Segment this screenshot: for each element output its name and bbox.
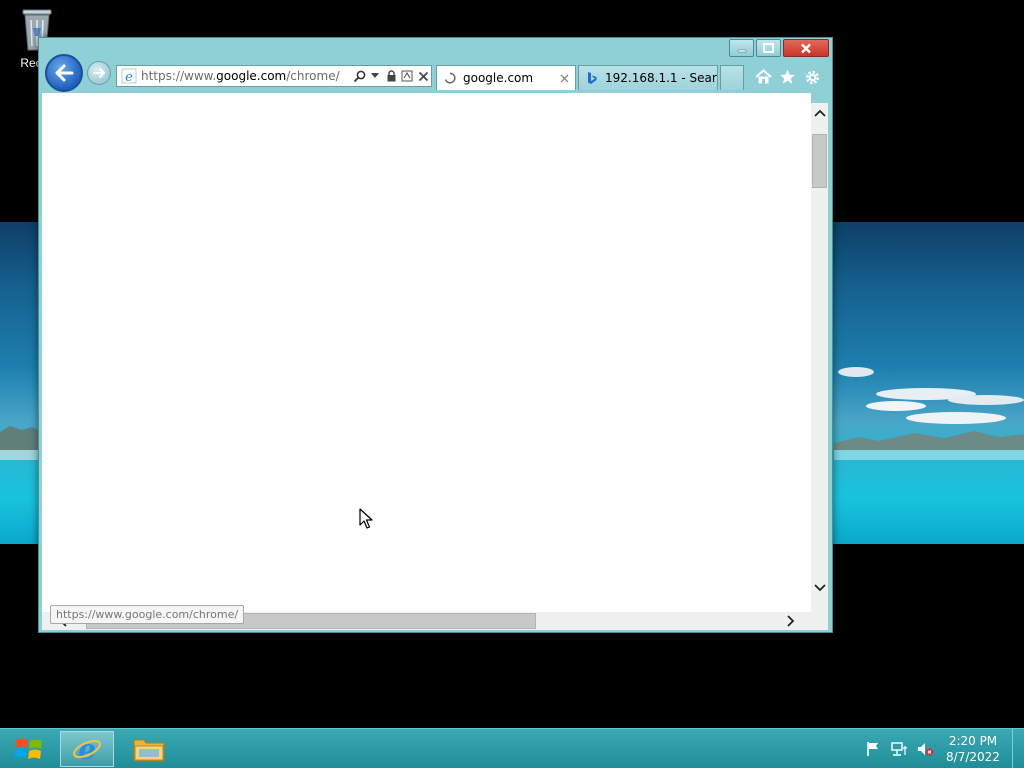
arrow-right-icon [93,68,105,78]
folder-icon [133,739,165,762]
clock-date: 8/7/2022 [946,750,1000,764]
address-bar[interactable]: e https://www.google.com/chrome/ [116,65,432,87]
windows-logo-icon [14,738,42,759]
tab-close-icon[interactable] [557,71,571,85]
mouse-cursor-icon [359,508,373,529]
tab-google[interactable]: google.com [436,65,576,90]
maximize-icon [763,43,774,53]
clock-time: 2:20 PM [948,734,998,748]
internet-explorer-icon: e [73,734,101,764]
loading-spinner-icon [442,70,458,86]
tab-label: google.com [463,71,534,85]
page-content[interactable] [42,93,811,612]
wallpaper-mountains-right [834,431,1024,460]
scroll-right-icon[interactable] [782,612,799,630]
stop-icon[interactable] [415,67,431,85]
vertical-scroll-thumb[interactable] [812,134,827,188]
scroll-up-icon[interactable] [811,104,828,121]
svg-text:e: e [125,70,133,84]
compatibility-view-icon[interactable] [399,67,415,85]
dropdown-arrow-icon[interactable] [367,67,383,85]
taskbar-file-explorer[interactable] [122,731,176,767]
tab-bing-search[interactable]: 192.168.1.1 - Search [578,65,718,90]
url-prefix: https://www. [141,69,217,83]
back-button[interactable] [45,54,83,92]
maximize-button[interactable] [756,39,781,57]
lock-icon[interactable] [383,67,399,85]
vertical-scrollbar[interactable] [811,103,828,612]
browser-window: e https://www.google.com/chrome/ google.… [38,37,833,633]
browser-toolbar: e https://www.google.com/chrome/ google.… [39,54,832,92]
scroll-down-icon[interactable] [811,579,828,596]
wallpaper-clouds [838,367,1024,424]
ie-page-icon: e [120,67,138,85]
new-tab-button[interactable] [720,65,744,90]
close-icon [801,43,811,53]
show-desktop-button[interactable] [1012,729,1024,768]
tab-label: 192.168.1.1 - Search [605,71,717,85]
network-icon[interactable] [888,738,910,760]
status-url-tooltip: https://www.google.com/chrome/ [50,605,245,624]
svg-text:e: e [78,734,96,764]
system-tray [862,735,940,763]
forward-button[interactable] [87,61,111,85]
taskbar-clock[interactable]: 2:20 PM 8/7/2022 [940,733,1006,765]
taskbar: e 2:20 PM 8/7/2022 [0,728,1024,768]
bing-icon [584,70,600,86]
search-icon[interactable] [351,67,367,85]
close-button[interactable] [783,39,829,57]
title-bar[interactable] [39,38,832,62]
start-button[interactable] [2,731,56,767]
arrow-left-icon [55,64,74,82]
star-icon[interactable] [777,67,797,87]
gear-icon[interactable] [802,67,822,87]
address-url[interactable]: https://www.google.com/chrome/ [141,69,351,83]
volume-muted-icon[interactable] [914,738,936,760]
flag-icon[interactable] [862,738,884,760]
taskbar-internet-explorer[interactable]: e [60,731,114,767]
url-domain: google.com [216,69,287,83]
wallpaper-mountains-left [0,426,40,460]
minimize-button[interactable] [729,39,754,57]
url-path: /chrome/ [286,69,340,83]
home-icon[interactable] [753,67,773,87]
minimize-icon [737,49,746,53]
